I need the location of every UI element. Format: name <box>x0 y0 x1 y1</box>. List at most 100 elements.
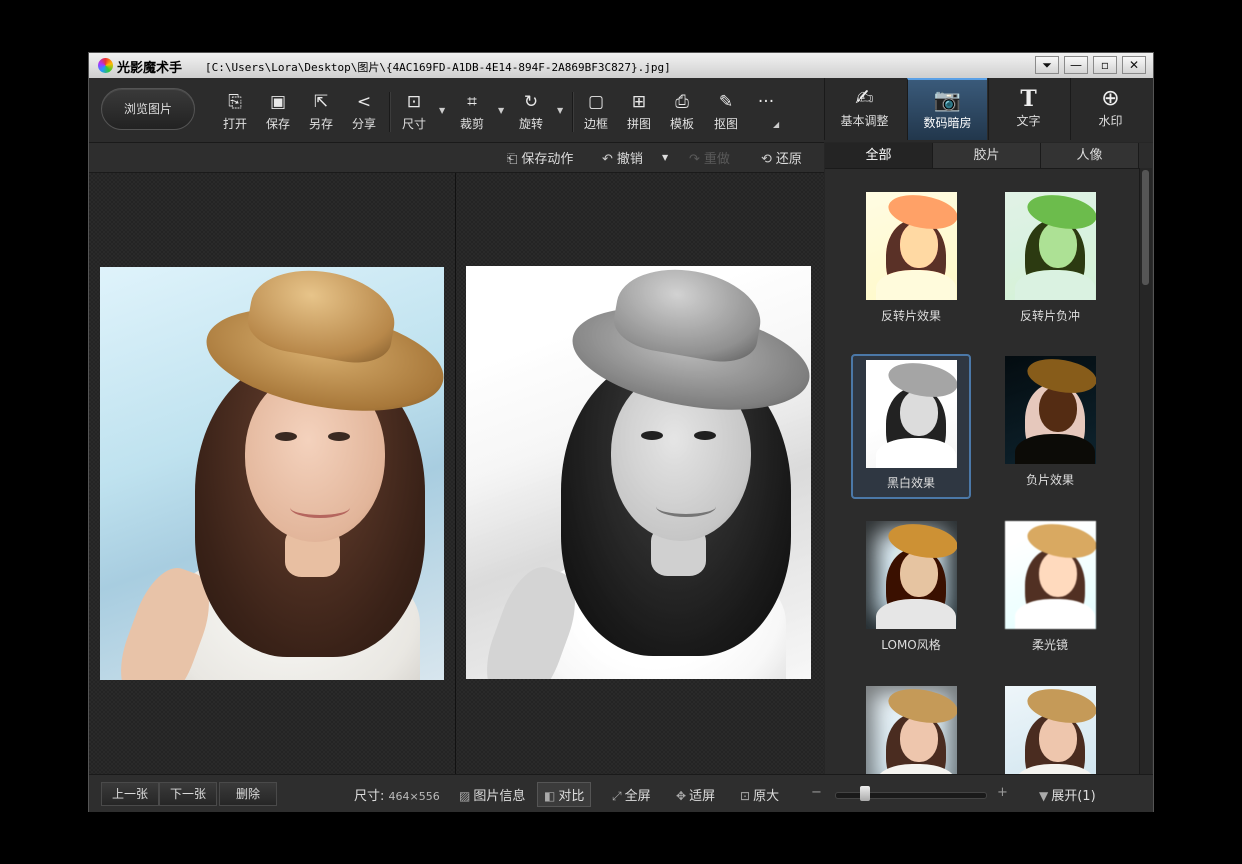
tab-film[interactable]: 胶片 <box>933 143 1041 168</box>
resize-button[interactable]: ⊡ 尺寸 <box>394 91 434 135</box>
rotate-dropdown-icon[interactable]: ▼ <box>557 106 563 115</box>
restore-label: 还原 <box>775 152 802 167</box>
effect-thumbnail <box>866 521 957 629</box>
collage-button[interactable]: ⊞ 拼图 <box>619 91 659 135</box>
mode-digital-darkroom[interactable]: 📷 数码暗房 <box>907 78 987 140</box>
size-label: 尺寸: <box>354 789 385 804</box>
crop-dropdown-icon[interactable]: ▼ <box>498 106 504 115</box>
effect-reversal-cross[interactable]: 反转片负冲 <box>990 187 1110 332</box>
border-icon: ▢ <box>587 92 605 112</box>
fit-screen-icon: ✥ <box>676 789 687 803</box>
zoom-slider-knob[interactable] <box>860 786 870 801</box>
effect-name: LOMO风格 <box>881 638 941 652</box>
fullscreen-icon: ⤢ <box>612 789 622 803</box>
next-image-button[interactable]: 下一张 <box>159 782 217 806</box>
effect-thumbnail <box>1005 521 1096 629</box>
save-action-icon: ⎗ <box>507 152 518 167</box>
original-size-button[interactable]: ⊡ 原大 <box>740 785 779 804</box>
collage-icon: ⊞ <box>631 92 647 112</box>
redo-button[interactable]: ↷ 重做 <box>689 148 730 167</box>
effect-lomo[interactable]: LOMO风格 <box>851 516 971 661</box>
effect-name: 反转片负冲 <box>1019 309 1080 323</box>
image-size-display: 尺寸: 464×556 <box>354 785 440 804</box>
undo-dropdown-icon[interactable]: ▼ <box>662 153 668 162</box>
crop-label: 裁剪 <box>459 117 484 131</box>
tab-all[interactable]: 全部 <box>825 143 933 168</box>
maximize-button[interactable]: ▫ <box>1093 56 1117 74</box>
image-info-label: 图片信息 <box>473 789 526 804</box>
save-action-button[interactable]: ⎗ 保存动作 <box>507 148 573 167</box>
effect-reversal[interactable]: 反转片效果 <box>851 187 971 332</box>
original-photo <box>100 267 444 680</box>
restore-icon: ⟲ <box>761 152 772 167</box>
effect-name: 柔光镜 <box>1031 638 1068 652</box>
processed-photo <box>466 266 811 679</box>
crop-icon: ⌗ <box>467 92 477 112</box>
rotate-button[interactable]: ↻ 旋转 <box>511 91 551 135</box>
cutout-icon: ✎ <box>718 92 734 112</box>
crop-button[interactable]: ⌗ 裁剪 <box>452 91 492 135</box>
mode-text-label: 文字 <box>1016 114 1041 128</box>
cutout-label: 抠图 <box>713 117 738 131</box>
browse-images-button[interactable]: 浏览图片 <box>101 88 195 130</box>
border-button[interactable]: ▢ 边框 <box>576 91 616 135</box>
image-info-button[interactable]: ▨ 图片信息 <box>459 785 525 804</box>
effect-negative[interactable]: 负片效果 <box>990 351 1110 496</box>
image-canvas[interactable] <box>89 173 824 774</box>
save-button[interactable]: ▣ 保存 <box>258 91 298 135</box>
app-logo-icon <box>98 58 113 73</box>
compare-button[interactable]: ◧ 对比 <box>537 782 592 807</box>
zoom-out-button[interactable]: − <box>811 785 822 800</box>
minimize-button[interactable]: — <box>1064 56 1088 74</box>
undo-icon: ↶ <box>602 152 613 167</box>
zoom-slider[interactable] <box>835 792 987 799</box>
effect-plain[interactable] <box>990 681 1110 774</box>
toolbar-divider <box>389 92 391 132</box>
tab-portrait[interactable]: 人像 <box>1041 143 1139 168</box>
open-label: 打开 <box>222 117 247 131</box>
delete-image-button[interactable]: 删除 <box>219 782 277 806</box>
effect-thumbnail <box>1005 356 1096 464</box>
size-value: 464×556 <box>388 790 440 803</box>
adjust-icon: ✍ <box>855 86 874 111</box>
mode-watermark[interactable]: ⊕ 水印 <box>1070 78 1150 140</box>
template-icon: ⎙ <box>675 92 689 112</box>
close-button[interactable]: ✕ <box>1122 56 1146 74</box>
mode-text[interactable]: T 文字 <box>988 78 1068 140</box>
save-as-button[interactable]: ⇱ 另存 <box>301 91 341 135</box>
scrollbar-thumb[interactable] <box>1142 170 1149 285</box>
collage-label: 拼图 <box>626 117 651 131</box>
share-label: 分享 <box>351 117 376 131</box>
resize-dropdown-icon[interactable]: ▼ <box>439 106 445 115</box>
share-button[interactable]: < 分享 <box>344 91 384 135</box>
mode-basic-adjust[interactable]: ✍ 基本调整 <box>824 78 904 140</box>
effect-thumbnail <box>866 192 957 300</box>
fit-screen-button[interactable]: ✥ 适屏 <box>676 785 715 804</box>
cutout-button[interactable]: ✎ 抠图 <box>706 91 746 135</box>
more-tools-button[interactable]: ··· <box>746 91 786 135</box>
open-button[interactable]: ⎘ 打开 <box>215 91 255 135</box>
fullscreen-button[interactable]: ⤢ 全屏 <box>612 785 651 804</box>
previous-image-button[interactable]: 上一张 <box>101 782 159 806</box>
undo-label: 撤销 <box>616 152 643 167</box>
effect-vignette[interactable] <box>851 681 971 774</box>
compare-label: 对比 <box>558 789 585 804</box>
effect-soft-focus[interactable]: 柔光镜 <box>990 516 1110 661</box>
restore-button[interactable]: ⟲ 还原 <box>761 148 802 167</box>
effect-thumbnail <box>1005 192 1096 300</box>
expand-corner-icon[interactable]: ◢ <box>773 120 779 129</box>
fullscreen-label: 全屏 <box>624 789 651 804</box>
expand-button[interactable]: ▼ 展开(1) <box>1039 785 1096 804</box>
window-menu-button[interactable]: ⏷ <box>1035 56 1059 74</box>
undo-button[interactable]: ↶ 撤销 <box>602 148 643 167</box>
save-icon: ▣ <box>269 92 287 112</box>
effect-black-white[interactable]: 黑白效果 <box>851 354 971 499</box>
camera-icon: 📷 <box>933 88 962 113</box>
compare-icon: ◧ <box>544 789 556 803</box>
template-button[interactable]: ⎙ 模板 <box>662 91 702 135</box>
fit-screen-label: 适屏 <box>689 789 716 804</box>
effects-scrollbar[interactable] <box>1139 168 1152 774</box>
zoom-in-button[interactable]: + <box>997 785 1008 800</box>
file-path: [C:\Users\Lora\Desktop\图片\{4AC169FD-A1DB… <box>205 61 671 74</box>
effect-category-tabs: 全部 胶片 人像 <box>825 143 1139 169</box>
